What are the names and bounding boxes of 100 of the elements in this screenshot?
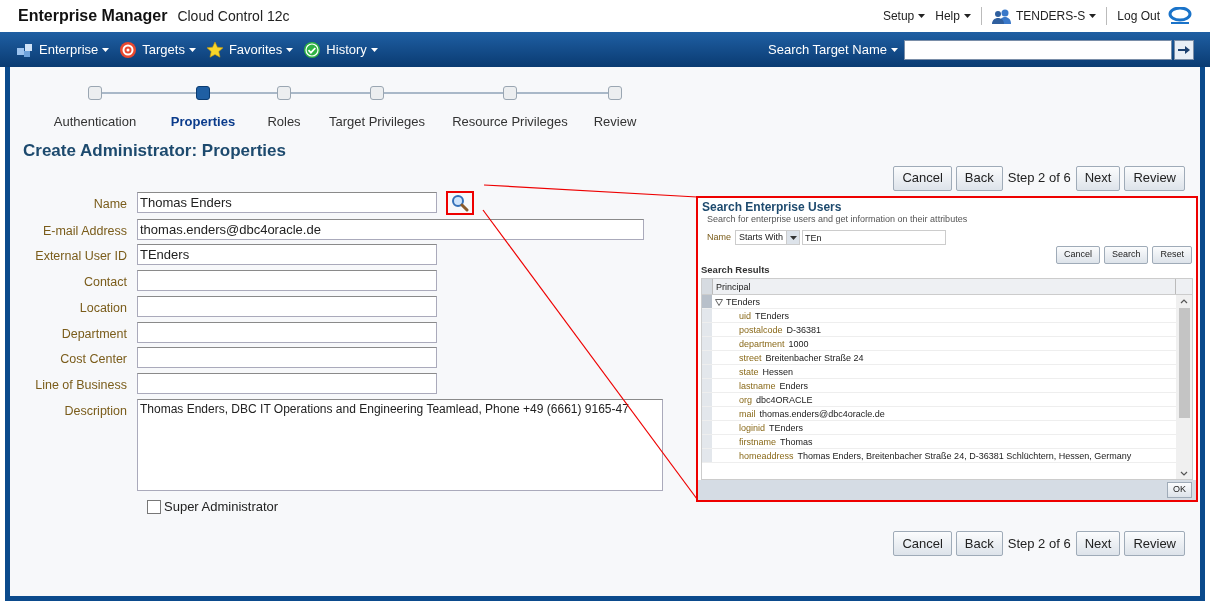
text-field[interactable] [137,321,437,343]
attribute-value: TEnders [755,310,790,322]
step-indicator: Step 2 of 6 [1007,169,1071,188]
step-label[interactable]: Review [593,112,637,132]
dialog-title: Search Enterprise Users [702,200,843,214]
logo-icon [1168,7,1192,25]
field-label: Name [92,195,128,213]
step-marker[interactable] [88,86,102,100]
dialog-button[interactable]: Search [1103,246,1149,264]
step-label[interactable]: Roles [267,112,301,132]
attribute-value: Breitenbacher Straße 24 [765,352,864,364]
header-corner [702,279,712,294]
action-button[interactable]: Next [1075,165,1121,191]
ok-button[interactable]: OK [1167,482,1192,498]
nav-menu[interactable]: Favorites [228,39,294,60]
step-label[interactable]: Target Privileges [328,112,426,132]
caret-icon [891,47,898,52]
caret-icon [789,235,797,240]
dialog-button[interactable]: Cancel [1055,246,1100,264]
field-label: E-mail Address [41,222,128,240]
action-button[interactable]: Cancel [893,531,952,557]
field-label: Contact [82,274,128,291]
caret-icon [963,14,971,18]
scroll-down-icon[interactable] [1180,471,1188,476]
search-target-menu[interactable]: Search Target Name [768,39,898,60]
nav-menu[interactable]: History [326,39,378,60]
cubes-icon [16,41,34,58]
column-header: Principal [712,279,1176,294]
step-label[interactable]: Resource Privileges [452,112,568,132]
action-button[interactable]: Next [1075,531,1121,557]
logout-link[interactable]: Log Out [1117,7,1160,25]
checkbox[interactable] [147,499,161,514]
filter-field[interactable]: TEn [802,230,947,245]
step-marker[interactable] [503,86,517,100]
scroll-up-icon[interactable] [1180,299,1188,304]
step-marker[interactable] [196,86,210,100]
nav-menu[interactable]: Enterprise [39,39,110,60]
search-button[interactable] [446,190,474,215]
field-label: Description [63,402,128,420]
attribute-value: D-36381 [786,324,822,336]
action-button[interactable]: Back [955,165,1003,191]
checkbox-label: Super Administrator [164,497,279,516]
attribute-value: Thomas Enders, Breitenbacher Straße 24, D-36381 Schlüchtern, Hessen, Germany [797,450,1132,462]
attribute-value: 1000 [788,338,809,350]
scrollbar[interactable] [1176,295,1192,479]
text-field[interactable] [137,347,437,369]
page-title: Create Administrator: Properties [23,140,287,162]
product-name: Enterprise Manager [18,6,168,26]
filter-label: Name [707,230,731,244]
text-field[interactable] [137,270,437,291]
step-marker[interactable] [277,86,291,100]
text-field[interactable]: TEnders [137,244,437,266]
action-button[interactable]: Cancel [893,165,952,191]
step-marker[interactable] [608,86,622,100]
attribute-name: homeaddress [739,450,794,462]
attribute-name: postalcode [739,324,783,336]
dialog-button[interactable]: Reset [1152,246,1192,264]
search-field[interactable] [904,39,1172,60]
text-field[interactable]: Thomas Enders [137,191,437,213]
step-label[interactable]: Properties [170,112,236,132]
text-field[interactable] [137,295,437,317]
attribute-name: firstname [739,436,776,448]
attribute-name: street [739,352,762,364]
check-circle-icon [303,40,322,59]
go-button[interactable] [1174,39,1194,60]
search-icon [451,193,469,212]
attribute-name: state [739,366,759,378]
operator-dropdown[interactable]: Starts With [735,230,801,245]
attribute-name: loginid [739,422,766,434]
menu-link[interactable]: Help [935,7,971,25]
field-label: Location [78,299,128,317]
nav-menu[interactable]: Targets [142,39,196,60]
action-button[interactable]: Back [955,531,1003,557]
tree-node[interactable]: TEnders [726,295,760,308]
product-subtitle: Cloud Control 12c [177,6,290,26]
target-icon [119,40,138,59]
caret-icon [370,47,378,52]
action-button[interactable]: Review [1124,531,1185,557]
dialog-description: Search for enterprise users and get information on their attributes [707,214,969,225]
step-marker[interactable] [370,86,384,100]
field-label: External User ID [34,248,128,266]
users-icon [991,8,1012,24]
results-title: Search Results [701,264,771,276]
action-button[interactable]: Review [1124,165,1185,191]
menu-link[interactable]: Setup [882,7,926,25]
caret-icon [188,47,196,52]
user-menu[interactable]: TENDERS-S [1015,7,1097,25]
field-label: Line of Business [34,377,128,394]
description-field[interactable]: Thomas Enders, DBC IT Operations and Engineering Teamlead, Phone +49 (6661) 9165-47 [137,398,663,491]
attribute-value: Hessen [762,366,794,378]
step-label[interactable]: Authentication [53,112,137,132]
step-indicator: Step 2 of 6 [1007,535,1071,553]
caret-icon [918,14,926,18]
text-field[interactable] [137,373,437,394]
text-field[interactable]: thomas.enders@dbc4oracle.de [137,218,644,240]
attribute-value: Thomas [780,436,813,448]
attribute-name: mail [739,408,756,420]
field-label: Department [60,325,128,343]
attribute-value: Enders [779,380,809,392]
attribute-name: uid [739,310,751,322]
